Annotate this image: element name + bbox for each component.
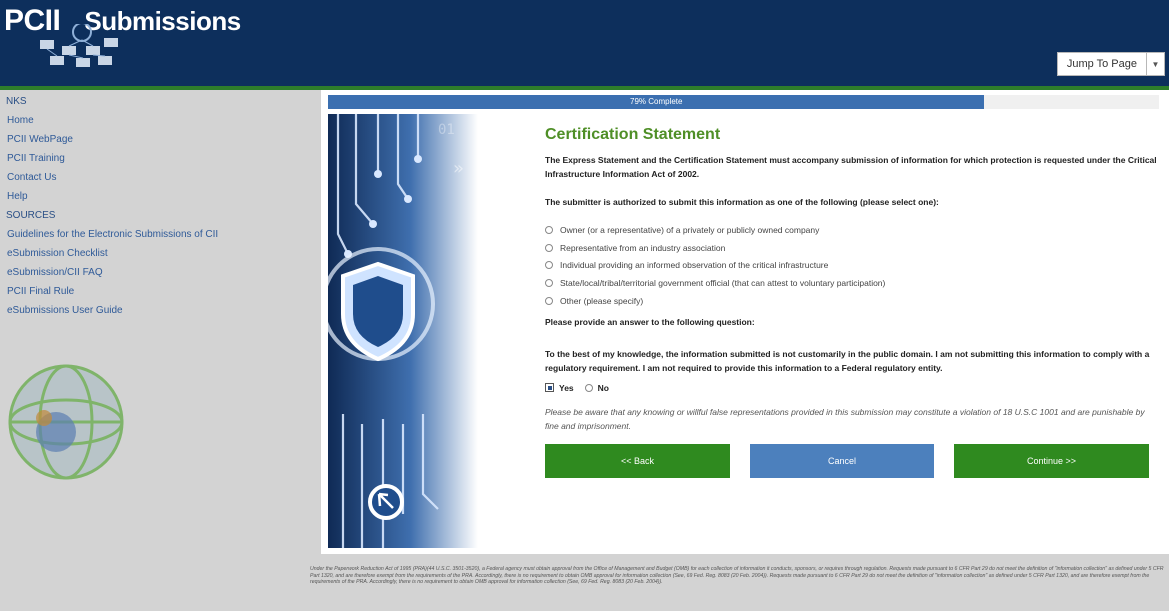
sidebar-link-help[interactable]: Help <box>7 187 320 206</box>
option-label: Individual providing an informed observa… <box>560 260 829 271</box>
submitter-options: Owner (or a representative) of a private… <box>545 221 1159 310</box>
sidebar-resources-heading: SOURCES <box>6 210 56 221</box>
no-label: No <box>597 382 609 393</box>
progress-bar: 79% Complete <box>328 95 1159 109</box>
yes-no-group: Yes No <box>545 381 1159 395</box>
svg-text:»: » <box>453 158 464 179</box>
jump-to-page-button[interactable]: Jump To Page <box>1056 52 1147 76</box>
main-panel: 79% Complete 01 » Certification Statemen… <box>321 90 1169 554</box>
form-actions: << Back Cancel Continue >> <box>545 444 1149 478</box>
site-header: PCII Submissions Jump To Page ▼ <box>0 0 1169 86</box>
submitter-option[interactable]: Individual providing an informed observa… <box>545 257 1159 275</box>
form-title: Certification Statement <box>545 126 721 143</box>
sidebar-link-checklist[interactable]: eSubmission Checklist <box>7 244 320 263</box>
answer-question-heading: Please provide an answer to the followin… <box>545 316 755 327</box>
sidebar-link-home[interactable]: Home <box>7 111 320 130</box>
network-logo-icon <box>40 24 118 67</box>
sidebar-link-faq[interactable]: eSubmission/CII FAQ <box>7 263 320 282</box>
submitter-option[interactable]: State/local/tribal/territorial governmen… <box>545 274 1159 292</box>
option-label: Owner (or a representative) of a private… <box>560 224 820 235</box>
sidebar-link-pcii-training[interactable]: PCII Training <box>7 149 320 168</box>
radio-button[interactable] <box>545 279 553 288</box>
sidebar-link-final-rule[interactable]: PCII Final Rule <box>7 282 320 301</box>
radio-button[interactable] <box>545 243 553 252</box>
shield-icon <box>341 261 415 362</box>
legal-warning: Please be aware that any knowing or will… <box>545 406 1145 431</box>
form-intro: The Express Statement and the Certificat… <box>545 155 1157 179</box>
cyber-security-illustration: 01 » <box>328 114 478 548</box>
submitter-option[interactable]: Representative from an industry associat… <box>545 239 1159 257</box>
svg-text:01: 01 <box>438 122 455 138</box>
option-label: State/local/tribal/territorial governmen… <box>560 278 886 289</box>
radio-button[interactable] <box>545 297 553 306</box>
radio-button[interactable] <box>545 261 553 270</box>
option-label: Representative from an industry associat… <box>560 242 726 253</box>
sidebar-link-pcii-webpage[interactable]: PCII WebPage <box>7 130 320 149</box>
sidebar-link-guidelines[interactable]: Guidelines for the Electronic Submission… <box>7 225 320 244</box>
sidebar-link-contact-us[interactable]: Contact Us <box>7 168 320 187</box>
sidebar: NKS Home PCII WebPage PCII Training Cont… <box>0 92 320 562</box>
submitter-option[interactable]: Other (please specify) <box>545 292 1159 310</box>
jump-to-page-dropdown[interactable]: Jump To Page ▼ <box>1056 52 1165 76</box>
yes-checkbox[interactable] <box>545 383 554 393</box>
continue-button[interactable]: Continue >> <box>954 444 1149 478</box>
yes-label: Yes <box>559 382 574 393</box>
sidebar-links-heading: NKS <box>6 96 27 107</box>
globe-icon <box>8 364 124 480</box>
submitter-option[interactable]: Owner (or a representative) of a private… <box>545 221 1159 239</box>
cursor-icon <box>368 484 404 520</box>
progress-fill: 79% Complete <box>328 95 985 109</box>
pra-footer-notice: Under the Paperwork Reduction Act of 199… <box>310 566 1164 585</box>
submitter-question: The submitter is authorized to submit th… <box>545 197 939 207</box>
certification-form: Certification Statement The Express Stat… <box>545 126 1159 433</box>
no-radio-button[interactable] <box>584 383 593 392</box>
public-domain-question: To the best of my knowledge, the informa… <box>545 348 1150 373</box>
back-button[interactable]: << Back <box>545 444 730 478</box>
chevron-down-icon[interactable]: ▼ <box>1147 52 1165 76</box>
option-label: Other (please specify) <box>560 296 644 307</box>
sidebar-link-user-guide[interactable]: eSubmissions User Guide <box>7 301 320 320</box>
cancel-button[interactable]: Cancel <box>750 444 934 478</box>
radio-button[interactable] <box>545 225 553 234</box>
